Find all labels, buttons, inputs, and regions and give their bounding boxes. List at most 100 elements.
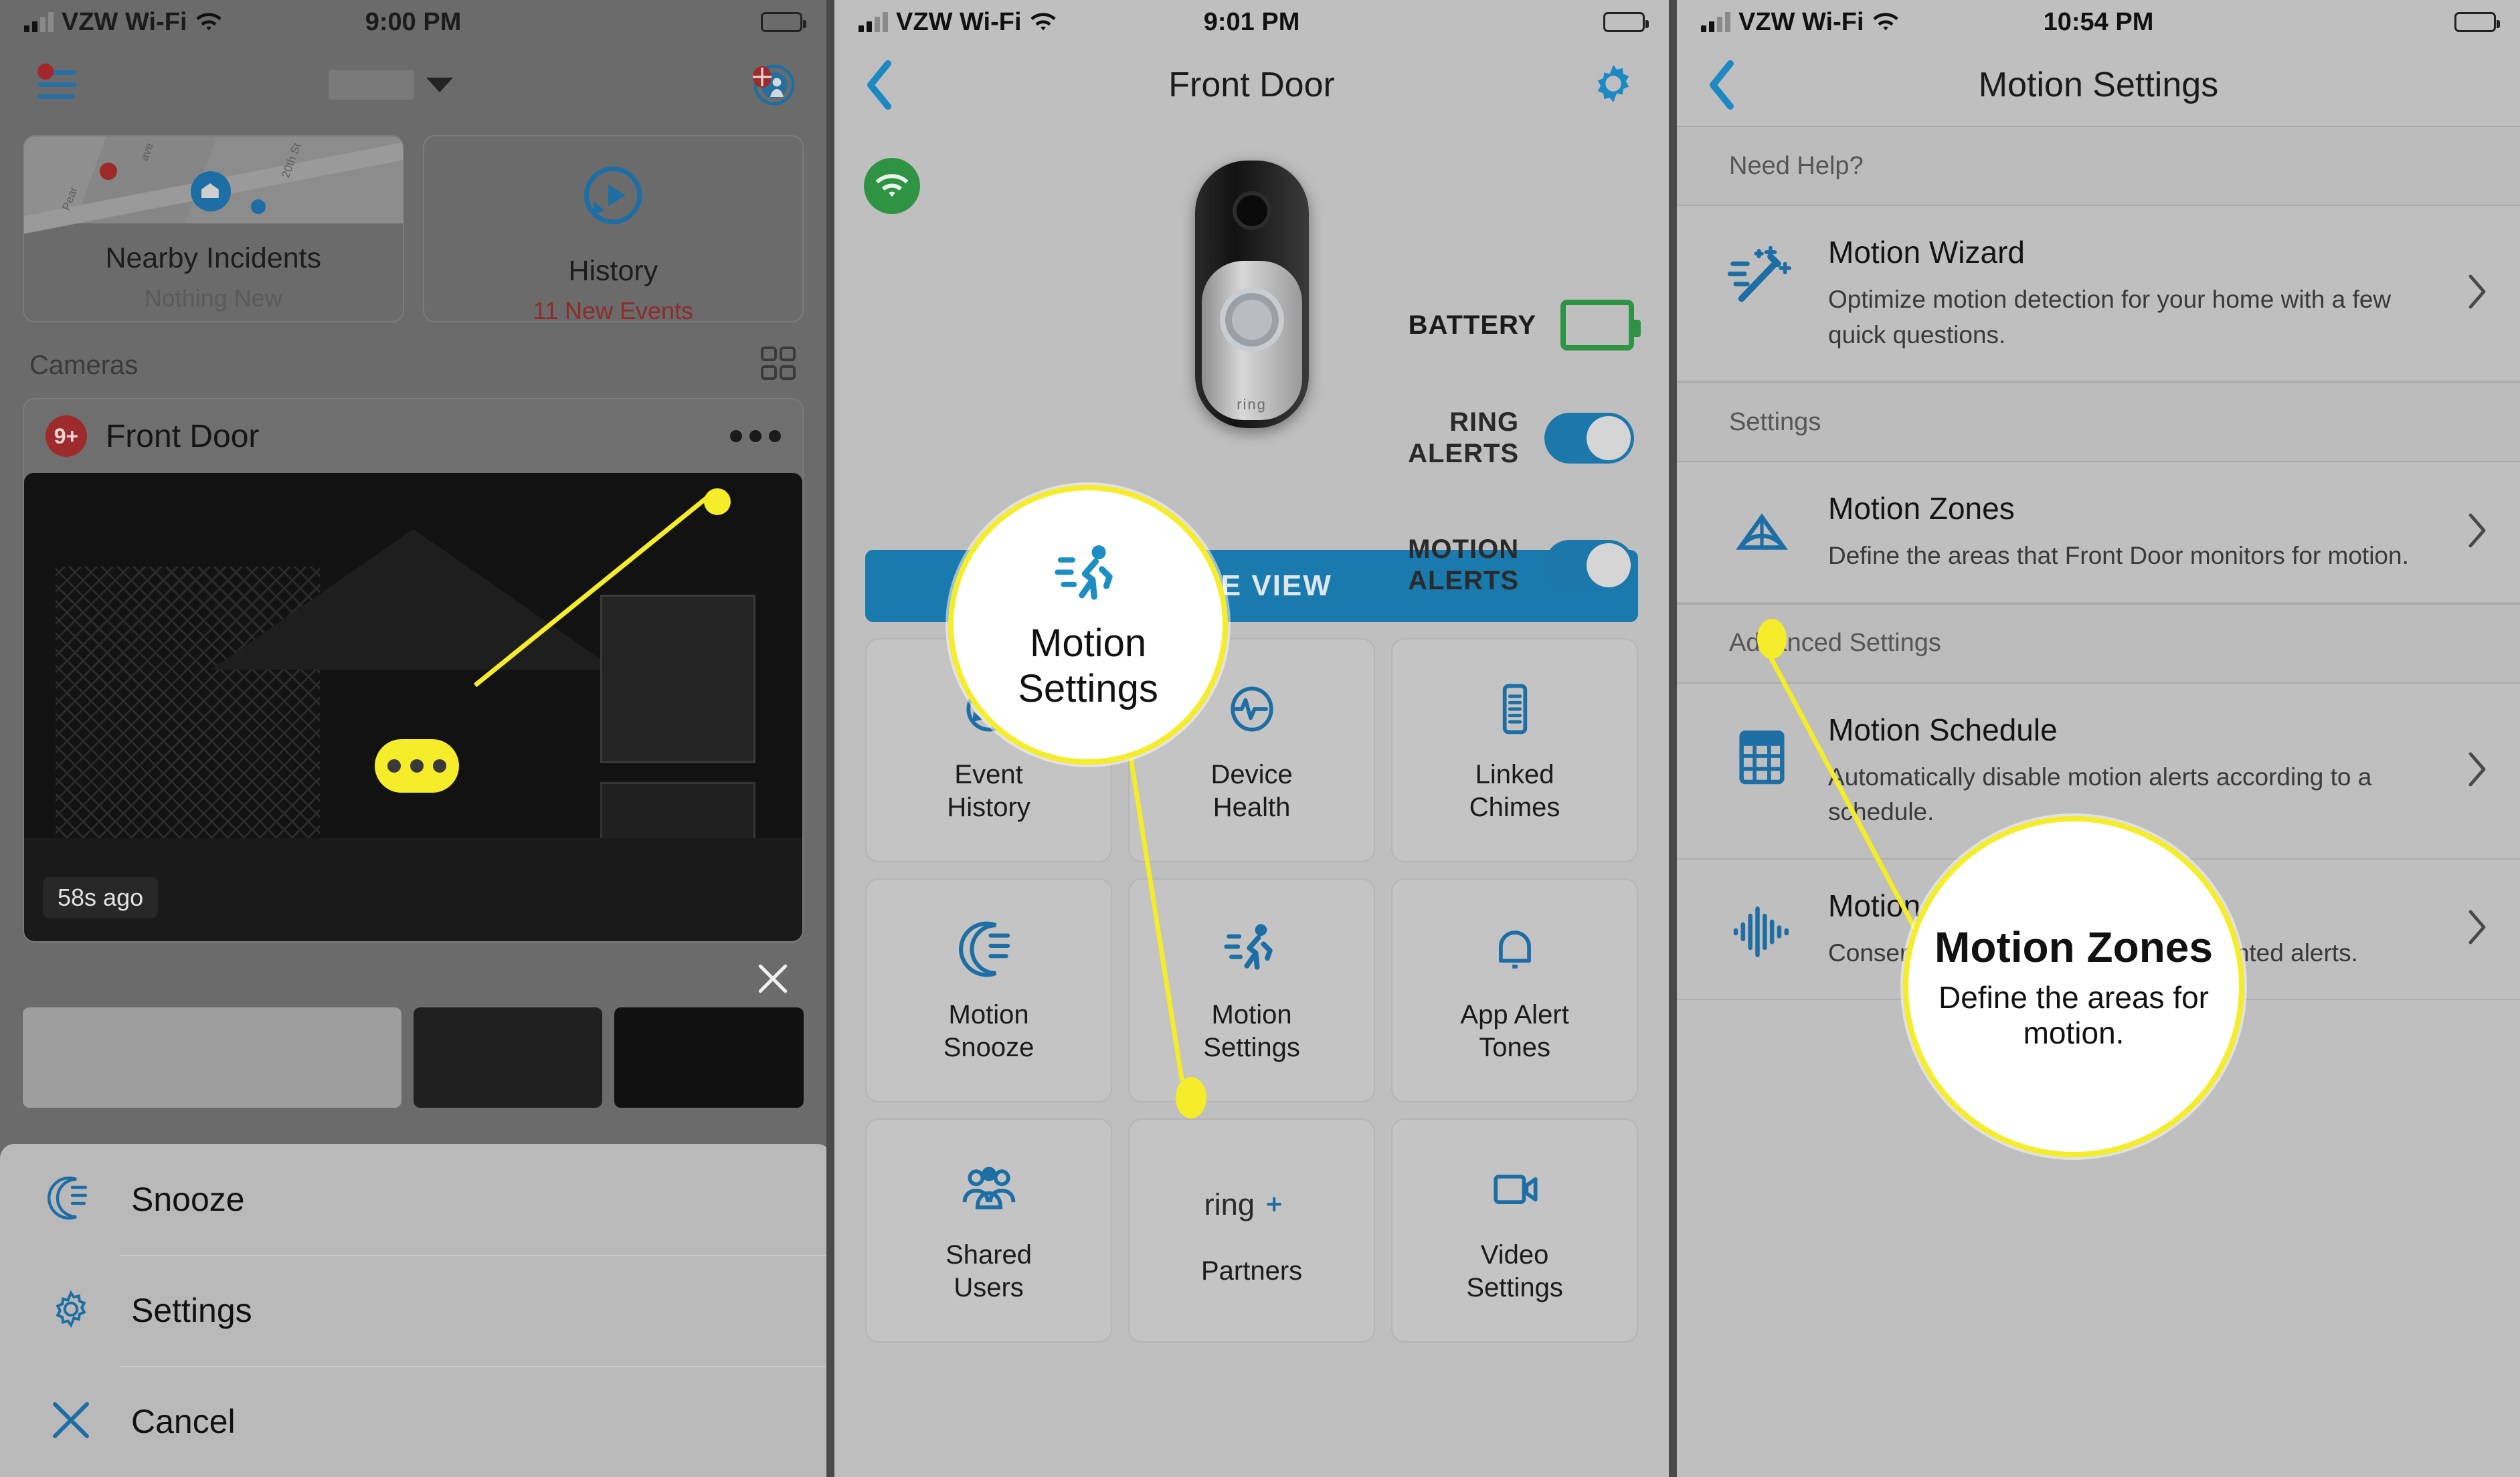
bell-icon [1484,917,1546,981]
camera-snapshot[interactable]: 58s ago [24,473,803,941]
device-nav-bar: Front Door [834,44,1669,126]
callout-anchor-dot [1757,619,1787,659]
section-header-advanced-settings: Advanced Settings [1677,603,2520,684]
secondary-camera-strip [23,1007,804,1108]
panel-ring-dashboard: VZW Wi-Fi 9:00 PM Pear ave 20th St Nearb… [0,0,827,1477]
carrier-label: VZW Wi-Fi [1738,7,1864,36]
ring-alerts-switch[interactable] [1544,413,1635,464]
tile-linked-chimes[interactable]: Linked Chimes [1391,638,1639,862]
neighbors-icon[interactable] [747,61,796,109]
status-carrier-group: VZW Wi-Fi [859,8,1057,37]
svg-text:ring: ring [1204,1187,1255,1221]
row-text: Motion Schedule Automatically disable mo… [1828,712,2430,830]
camera-name: Front Door [106,418,260,454]
close-icon [47,1396,95,1448]
tile-label: App Alert Tones [1460,999,1569,1062]
motion-settings-nav-bar: Motion Settings [1677,44,2520,126]
action-sheet-label: Snooze [131,1181,245,1218]
row-text: Motion Zones Define the areas that Front… [1828,490,2430,574]
battery-label: BATTERY [1408,310,1537,340]
people-group-icon [958,1157,1020,1221]
callout-line2: Define the areas for motion. [1939,979,2210,1051]
status-carrier-group: VZW Wi-Fi [1701,8,1899,37]
incident-pin-red [100,163,118,180]
card-title: History [568,255,658,287]
hamburger-menu-icon[interactable] [33,64,82,104]
device-brand-label: ring [1237,396,1267,413]
callout-line2: Settings [1018,666,1158,710]
card-nearby-incidents[interactable]: Pear ave 20th St Nearby Incidents Nothin… [23,135,404,322]
cameras-section-header: Cameras [0,345,826,386]
battery-icon [2454,12,2500,32]
card-history[interactable]: History 11 New Events [422,135,804,322]
magic-wand-icon [1725,234,1799,313]
frequency-waveform-icon [1725,888,1799,967]
gear-icon[interactable] [1587,58,1639,113]
ring-plus-logo: ring [1202,1173,1302,1238]
close-icon[interactable] [754,960,792,1001]
action-sheet-item-settings[interactable]: Settings [0,1255,827,1366]
row-title: Motion Zones [1828,491,2015,526]
panel-device-detail: VZW Wi-Fi 9:01 PM Front Door ring BATTER… [834,0,1670,1477]
wifi-icon [195,13,221,31]
row-motion-zones[interactable]: Motion Zones Define the areas that Front… [1677,462,2520,603]
row-description: Define the areas that Front Door monitor… [1828,542,2409,570]
gear-icon [47,1285,95,1337]
running-person-icon [1051,538,1125,615]
battery-full-icon [1560,300,1641,351]
motion-alerts-switch[interactable] [1544,540,1635,591]
callout-target-more-options [375,739,459,793]
calendar-schedule-icon [1725,712,1799,791]
tile-shared-users[interactable]: Shared Users [865,1118,1113,1343]
toggle-ring-alerts[interactable]: RING ALERTS [1408,407,1635,470]
tile-motion-snooze[interactable]: Motion Snooze [865,878,1113,1102]
action-sheet-label: Settings [131,1292,252,1329]
row-description: Optimize motion detection for your home … [1828,286,2392,349]
signal-bars-icon [24,12,54,32]
menu-notification-dot [37,64,54,80]
motion-zones-icon [1725,490,1799,569]
history-replay-icon [575,158,650,236]
dashboard-cards: Pear ave 20th St Nearby Incidents Nothin… [0,135,826,322]
row-text: Motion Wizard Optimize motion detection … [1828,234,2430,353]
more-options-icon[interactable] [730,430,782,442]
chevron-right-icon [2460,909,2487,949]
camera-card-header: 9+ Front Door [24,399,802,473]
chevron-left-icon[interactable] [864,60,895,110]
moon-snooze-icon [47,1174,95,1225]
status-bar-middle: VZW Wi-Fi 9:01 PM [834,0,1669,44]
grid-view-icon[interactable] [759,345,797,386]
row-motion-wizard[interactable]: Motion Wizard Optimize motion detection … [1677,206,2520,383]
tile-video-settings[interactable]: Video Settings [1391,1118,1639,1343]
status-battery-left [761,12,807,32]
tile-partners[interactable]: ring Partners [1128,1118,1376,1343]
camera-card-front-door: 9+ Front Door 58s ago [23,398,804,943]
tile-label: Event History [947,759,1030,822]
heartbeat-icon [1221,677,1283,741]
screenshot-stage: VZW Wi-Fi 9:00 PM Pear ave 20th St Nearb… [0,0,2520,1477]
location-selector[interactable] [328,70,453,100]
action-sheet-item-cancel[interactable]: Cancel [0,1366,827,1477]
map-label-1: ave [137,140,156,163]
location-value-redacted [328,70,414,100]
tile-label: Partners [1200,1256,1303,1286]
video-camera-icon [1484,1157,1546,1221]
doorbell-device-image: ring [1194,161,1309,428]
callout-motion-settings: Motion Settings [948,485,1229,765]
callout-motion-zones: Motion Zones Define the areas for motion… [1903,816,2245,1157]
tile-app-alert-tones[interactable]: App Alert Tones [1391,878,1639,1102]
chevron-down-icon [426,78,453,92]
dashboard-topbar [0,44,826,126]
close-row [0,943,826,1001]
toggle-label: RING ALERTS [1408,407,1520,469]
tile-label: Motion Snooze [943,999,1034,1062]
row-description: Automatically disable motion alerts acco… [1828,763,2372,826]
status-bar-right: VZW Wi-Fi 10:54 PM [1677,0,2520,44]
section-label-cameras: Cameras [29,351,139,380]
callout-line1: Motion Zones [1934,922,2213,971]
toggle-motion-alerts[interactable]: MOTION ALERTS [1408,534,1635,597]
battery-icon [761,12,807,32]
feature-tile-grid: Event History Device Health Linked Chime… [834,622,1669,1343]
action-sheet-item-snooze[interactable]: Snooze [0,1144,826,1255]
tile-label: Device Health [1210,759,1293,822]
